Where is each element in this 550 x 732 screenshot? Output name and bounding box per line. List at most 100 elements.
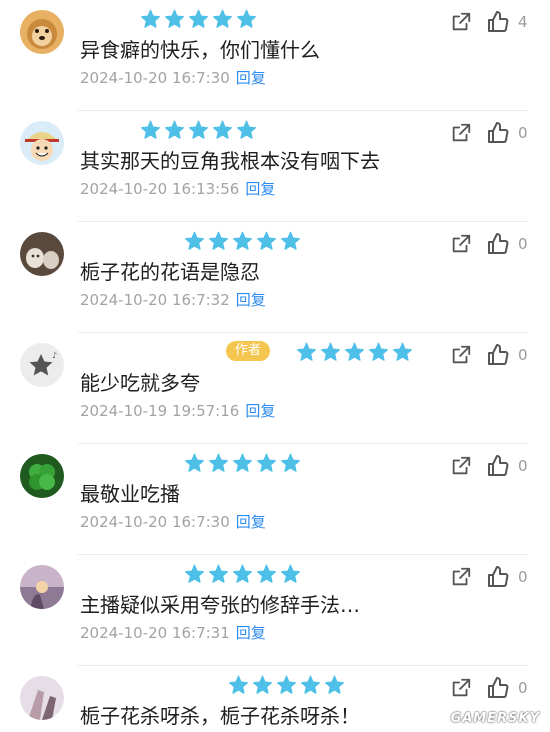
watermark-logo: GAMERSKY (450, 711, 540, 726)
star-icon (189, 120, 208, 139)
comment-time: 2024-10-20 16:7:31 (80, 624, 230, 642)
star-icon (165, 9, 184, 28)
star-icon (213, 120, 232, 139)
thumbs-up-icon[interactable] (486, 454, 510, 478)
thumbs-up-icon[interactable] (486, 565, 510, 589)
comment-meta: 2024-10-20 16:7:30 回复 (80, 511, 266, 532)
comment-text: 栀子花杀呀杀，栀子花杀呀杀！ (80, 704, 360, 728)
share-icon[interactable] (450, 11, 472, 33)
star-icon (185, 564, 204, 583)
star-icon (237, 9, 256, 28)
star-icon (229, 675, 248, 694)
comment-text: 异食癖的快乐，你们懂什么 (80, 38, 320, 62)
like-count: 0 (518, 346, 528, 364)
comment-item: 4 异食癖的快乐，你们懂什么 2024-10-20 16:7:30 回复 (0, 0, 550, 111)
share-icon[interactable] (450, 566, 472, 588)
star-icon (209, 564, 228, 583)
star-icon (233, 231, 252, 250)
comment-item: 0 主播疑似采用夸张的修辞手法… 2024-10-20 16:7:31 回复 (0, 555, 550, 666)
like-count: 0 (518, 235, 528, 253)
comment-meta: 2024-10-20 16:7:32 回复 (80, 289, 266, 310)
author-badge: 作者 (226, 341, 271, 361)
comment-actions: 0 (450, 343, 530, 367)
star-icon (297, 342, 316, 361)
comment-actions: 0 (450, 565, 530, 589)
dog-avatar (20, 10, 64, 54)
thumbs-up-icon[interactable] (486, 121, 510, 145)
star-icon (141, 9, 160, 28)
comment-time: 2024-10-20 16:13:56 (80, 180, 240, 198)
star-icon (237, 120, 256, 139)
thumbs-up-icon[interactable] (486, 10, 510, 34)
star-icon (281, 231, 300, 250)
share-icon[interactable] (450, 344, 472, 366)
comment-meta: 2024-10-20 16:7:30 回复 (80, 67, 266, 88)
star-icon (233, 564, 252, 583)
star-icon (257, 231, 276, 250)
avatar[interactable] (20, 10, 64, 54)
cat-avatar (20, 232, 64, 276)
star-icon (277, 675, 296, 694)
avatar[interactable] (20, 676, 64, 720)
star-icon (301, 675, 320, 694)
comment-time: 2024-10-19 19:57:16 (80, 402, 240, 420)
sunset-avatar (20, 565, 64, 609)
like-count: 0 (518, 124, 528, 142)
comment-time: 2024-10-20 16:7:30 (80, 513, 230, 531)
share-icon[interactable] (450, 677, 472, 699)
comment-text: 主播疑似采用夸张的修辞手法… (80, 593, 360, 617)
share-icon[interactable] (450, 122, 472, 144)
like-count: 0 (518, 568, 528, 586)
rating-stars (140, 120, 257, 140)
avatar[interactable] (20, 232, 64, 276)
avatar[interactable] (20, 121, 64, 165)
star-icon (369, 342, 388, 361)
comment-text: 栀子花的花语是隐忍 (80, 260, 260, 284)
default-star-avatar: ♪ (20, 343, 64, 387)
comment-actions: 4 (450, 10, 530, 34)
star-icon (345, 342, 364, 361)
comment-actions: 0 (450, 232, 530, 256)
star-icon (213, 9, 232, 28)
avatar[interactable]: ♪ (20, 343, 64, 387)
star-icon (165, 120, 184, 139)
rating-stars (184, 231, 301, 251)
comment-item: ♪ 作者 0 能少吃就多夸 2024-10-19 19:57:16 回复 (0, 333, 550, 444)
comment-item: 0 其实那天的豆角我根本没有咽下去 2024-10-20 16:13:56 回复 (0, 111, 550, 222)
comment-time: 2024-10-20 16:7:32 (80, 291, 230, 309)
star-icon (185, 453, 204, 472)
like-count: 0 (518, 679, 528, 697)
star-icon (209, 231, 228, 250)
comment-text: 最敬业吃播 (80, 482, 180, 506)
rating-stars (296, 342, 413, 362)
comment-item: 0 最敬业吃播 2024-10-20 16:7:30 回复 (0, 444, 550, 555)
cartoon-avatar (20, 121, 64, 165)
avatar[interactable] (20, 565, 64, 609)
reply-button[interactable]: 回复 (245, 180, 275, 198)
star-icon (393, 342, 412, 361)
thumbs-up-icon[interactable] (486, 232, 510, 256)
reply-button[interactable]: 回复 (236, 69, 266, 87)
comment-time: 2024-10-20 16:7:30 (80, 69, 230, 87)
reply-button[interactable]: 回复 (236, 291, 266, 309)
reply-button[interactable]: 回复 (236, 513, 266, 531)
reply-button[interactable]: 回复 (236, 624, 266, 642)
comment-meta: 2024-10-19 19:57:16 回复 (80, 400, 275, 421)
share-icon[interactable] (450, 233, 472, 255)
comment-actions: 0 (450, 121, 530, 145)
clover-avatar (20, 454, 64, 498)
avatar[interactable] (20, 454, 64, 498)
rating-stars (228, 675, 345, 695)
comment-text: 能少吃就多夸 (80, 371, 200, 395)
rating-stars (140, 9, 257, 29)
star-icon (141, 120, 160, 139)
star-icon (281, 564, 300, 583)
star-icon (185, 231, 204, 250)
like-count: 0 (518, 457, 528, 475)
star-icon (233, 453, 252, 472)
reply-button[interactable]: 回复 (245, 402, 275, 420)
thumbs-up-icon[interactable] (486, 676, 510, 700)
thumbs-up-icon[interactable] (486, 343, 510, 367)
like-count: 4 (518, 13, 528, 31)
share-icon[interactable] (450, 455, 472, 477)
